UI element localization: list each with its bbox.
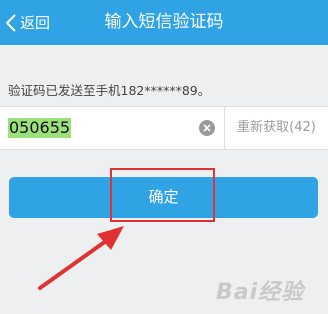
watermark-logo: Bai经验: [216, 280, 305, 305]
confirm-label: 确定: [148, 188, 179, 206]
nav-bar: 返回 输入短信验证码: [0, 0, 328, 45]
code-input-row: 050655 重新获取(42): [0, 106, 328, 150]
sms-sent-hint: 验证码已发送至手机182******89。: [8, 83, 211, 98]
resend-button[interactable]: 重新获取(42): [225, 107, 328, 149]
page-title: 输入短信验证码: [104, 12, 224, 32]
clear-icon[interactable]: [199, 120, 215, 136]
confirm-button[interactable]: 确定: [9, 177, 318, 218]
pointer-arrow-icon: [38, 226, 124, 290]
code-input[interactable]: 050655: [8, 118, 72, 138]
